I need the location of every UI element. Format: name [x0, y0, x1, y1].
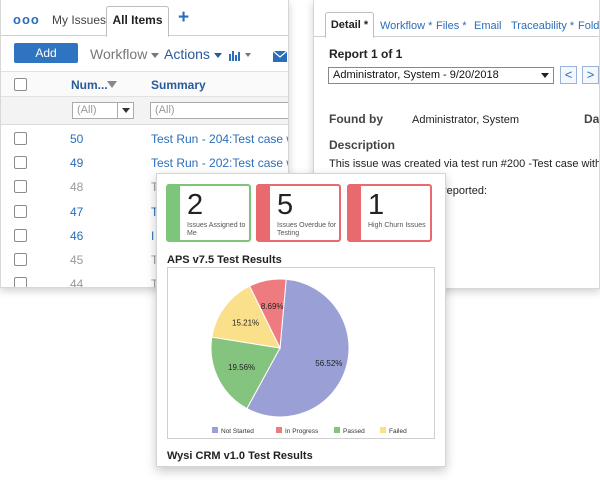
status-bar: [258, 186, 270, 240]
next-report-button[interactable]: >: [582, 66, 599, 84]
add-tab-button[interactable]: +: [178, 7, 189, 29]
row-checkbox[interactable]: [14, 132, 27, 145]
tab-folders[interactable]: Folde: [578, 20, 599, 32]
found-by-value: Administrator, System: [412, 114, 519, 126]
chevron-down-icon: [213, 52, 222, 58]
legend-swatch: [380, 427, 386, 433]
card-label: Issues Overdue for Testing: [277, 222, 337, 237]
tab-traceability[interactable]: Traceability *: [511, 20, 574, 32]
tab-all-items[interactable]: All Items: [106, 6, 169, 37]
legend-swatch: [212, 427, 218, 433]
dashboard-panel: 2 Issues Assigned to Me 5 Issues Overdue…: [156, 173, 446, 467]
issue-number[interactable]: 44: [70, 277, 83, 287]
issues-tab-bar: ooo My Issues All Items +: [1, 0, 288, 37]
bar-chart-icon[interactable]: [229, 48, 253, 66]
row-checkbox[interactable]: [14, 180, 27, 193]
description-label: Description: [329, 138, 396, 152]
add-button[interactable]: Add: [14, 43, 78, 63]
legend-swatch: [334, 427, 340, 433]
issue-summary[interactable]: Test Run - 204:Test case with a: [151, 132, 288, 146]
assigned-issues-card[interactable]: 2 Issues Assigned to Me: [166, 184, 251, 242]
legend-label: In Progress: [285, 428, 319, 435]
mail-icon[interactable]: [272, 49, 288, 67]
previous-report-button[interactable]: <: [560, 66, 577, 84]
legend-swatch: [276, 427, 282, 433]
legend-label: Failed: [389, 428, 407, 435]
issue-number[interactable]: 46: [70, 229, 83, 243]
row-checkbox[interactable]: [14, 229, 27, 242]
card-count: 5: [277, 189, 294, 221]
issues-toolbar: Add Workflow Actions: [1, 37, 288, 69]
chevron-down-icon: [117, 103, 133, 118]
table-header: Num... Summary: [1, 71, 288, 97]
tab-files[interactable]: Files *: [436, 20, 467, 32]
card-count: 1: [368, 189, 385, 221]
high-churn-issues-card[interactable]: 1 High Churn Issues: [347, 184, 432, 242]
slice-value-label: 15.21%: [232, 319, 259, 328]
select-all-checkbox[interactable]: [14, 78, 27, 91]
more-dots-icon[interactable]: ooo: [13, 12, 40, 27]
issue-number[interactable]: 49: [70, 156, 83, 170]
card-label: Issues Assigned to Me: [187, 222, 246, 237]
number-filter-select[interactable]: (All): [72, 102, 134, 119]
row-checkbox[interactable]: [14, 253, 27, 266]
reported-text: reported:: [443, 185, 488, 197]
tab-email[interactable]: Email: [474, 20, 502, 32]
summary-filter-input[interactable]: (All): [150, 102, 288, 119]
slice-value-label: 56.52%: [315, 359, 342, 368]
detail-tab-bar: Detail * Workflow * Files * Email Tracea…: [314, 0, 599, 38]
report-select-value: Administrator, System - 9/20/2018: [333, 69, 499, 81]
issue-number[interactable]: 50: [70, 132, 83, 146]
issue-number[interactable]: 48: [70, 180, 83, 194]
workflow-label: Workflow: [90, 46, 148, 62]
number-filter-value: (All): [77, 104, 97, 116]
description-text: This issue was created via test run #200…: [329, 158, 600, 170]
column-header-number[interactable]: Num...: [71, 78, 108, 92]
card-count: 2: [187, 189, 204, 221]
tab-my-issues[interactable]: My Issues: [52, 13, 106, 27]
report-select[interactable]: Administrator, System - 9/20/2018: [328, 67, 554, 84]
date-label: Date: [584, 112, 600, 126]
issue-summary[interactable]: Test Run - 202:Test case with a: [151, 156, 288, 170]
card-label: High Churn Issues: [368, 222, 426, 229]
workflow-menu[interactable]: Workflow: [90, 46, 160, 62]
filter-row: (All) (All): [1, 97, 288, 125]
row-checkbox[interactable]: [14, 205, 27, 218]
overdue-issues-card[interactable]: 5 Issues Overdue for Testing: [256, 184, 341, 242]
legend-label: Not Started: [221, 428, 254, 435]
pie-chart-svg: 56.52% 19.56% 15.21%8.69% Not Started In Pro…: [210, 278, 407, 435]
row-checkbox[interactable]: [14, 277, 27, 287]
status-bar: [349, 186, 361, 240]
report-counter: Report 1 of 1: [329, 47, 403, 61]
slice-value-label: 19.56%: [228, 363, 255, 372]
tab-detail[interactable]: Detail *: [325, 12, 374, 38]
test-results-pie-chart: 56.52% 19.56% 15.21% 8.69% Not Started In Pro…: [167, 267, 435, 439]
issue-number[interactable]: 47: [70, 205, 83, 219]
found-by-label: Found by: [329, 112, 383, 126]
sort-desc-icon[interactable]: [107, 81, 117, 88]
actions-label: Actions: [164, 46, 210, 62]
actions-menu[interactable]: Actions: [164, 46, 222, 62]
issue-number[interactable]: 45: [70, 253, 83, 267]
legend-label: Passed: [343, 428, 365, 435]
column-header-summary[interactable]: Summary: [151, 78, 206, 92]
chart-title: APS v7.5 Test Results: [167, 254, 282, 266]
chevron-down-icon: [151, 52, 160, 58]
tab-workflow[interactable]: Workflow *: [380, 20, 432, 32]
row-checkbox[interactable]: [14, 156, 27, 169]
slice-value-label: 8.69%: [261, 302, 284, 311]
status-bar: [168, 186, 180, 240]
table-row[interactable]: 50 Test Run - 204:Test case with a: [1, 126, 288, 152]
second-chart-title: Wysi CRM v1.0 Test Results: [167, 450, 313, 462]
